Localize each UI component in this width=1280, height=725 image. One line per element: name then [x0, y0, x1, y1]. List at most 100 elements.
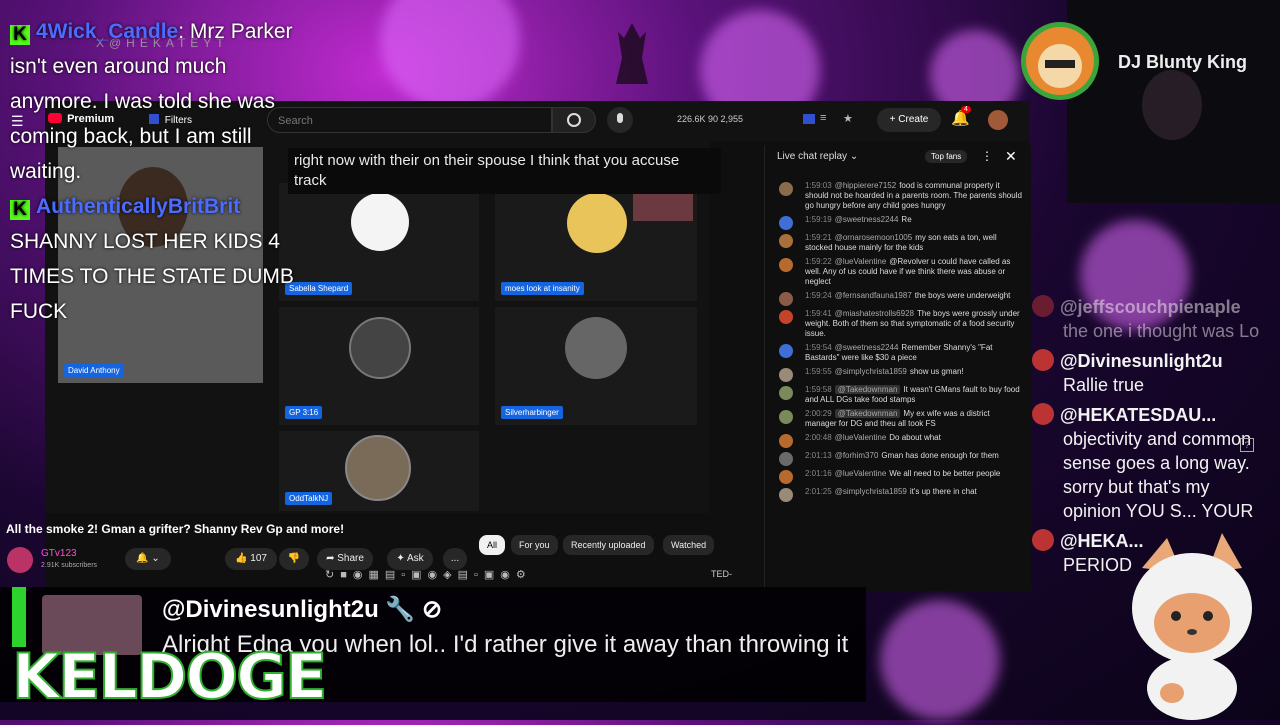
- chat-message[interactable]: 1:59:54 @sweetness2244 Remember Shanny's "…: [765, 341, 1031, 365]
- dj-cam-box: [1067, 0, 1280, 203]
- wrench-icon: 🔧: [385, 596, 416, 623]
- participant-name: OddTalkNJ: [285, 492, 333, 505]
- chat-username[interactable]: @ornarosemoon1005: [835, 233, 913, 242]
- chat-avatar: [1032, 349, 1054, 371]
- toolbar-end-label: TED-: [711, 569, 732, 579]
- voice-search-button[interactable]: [607, 107, 633, 133]
- search-button[interactable]: [552, 107, 596, 133]
- participant-name: Sabella Shepard: [285, 282, 353, 295]
- ask-label: Ask: [406, 553, 424, 564]
- thumbs-up-icon: 👍: [235, 553, 248, 564]
- live-badge-icon: [803, 114, 815, 124]
- chat-text: Do about what: [889, 433, 941, 442]
- kick-chat-message: K AuthenticallyBritBrit SHANNY LOST HER K…: [10, 189, 295, 329]
- chat-message[interactable]: 1:59:21 @ornarosemoon1005 my son eats a to…: [765, 231, 1031, 255]
- top-fans-button[interactable]: Top fans: [925, 150, 968, 163]
- chat-message[interactable]: 2:00:29 @Takedownman My ex wife was a dist…: [765, 407, 1031, 431]
- chat-avatar: [779, 488, 793, 502]
- chat-username[interactable]: @sweetness2244: [835, 343, 899, 352]
- mic-icon: [617, 113, 623, 123]
- dislike-button[interactable]: 👎: [279, 548, 309, 570]
- chat-message[interactable]: 1:59:24 @fernsandfauna1987 the boys were u…: [765, 289, 1031, 307]
- notification-count-badge: 4: [961, 106, 971, 113]
- notification-bell-button[interactable]: 🔔 ⌄: [125, 548, 171, 570]
- kick-chat-overlay: K 4Wick_Candle: Mrz Parker isn't even aro…: [10, 14, 295, 329]
- chat-timestamp: 2:00:29: [805, 409, 832, 418]
- chat-message[interactable]: 2:00:48 @lueValentine Do about what: [765, 431, 1031, 449]
- chip-all[interactable]: All: [479, 535, 506, 555]
- ask-button[interactable]: ✦ Ask: [387, 548, 433, 570]
- blocked-icon: ⊘: [421, 596, 443, 623]
- chat-text: the one i thought was Lo: [1063, 321, 1260, 341]
- chat-avatar: [779, 434, 793, 448]
- chat-username[interactable]: @Takedownman: [834, 385, 901, 394]
- chevron-down-icon: ⌄: [151, 553, 160, 564]
- chat-message-list[interactable]: 1:59:03 @hippierere7152 food is communal p…: [765, 179, 1031, 503]
- channel-name[interactable]: GTv123: [41, 548, 77, 559]
- search-input[interactable]: Search: [267, 107, 552, 133]
- more-actions-button[interactable]: ...: [443, 548, 467, 570]
- chat-username: @jeffscouchpienaple: [1060, 297, 1241, 317]
- chat-avatar: [1032, 529, 1054, 551]
- like-button[interactable]: 👍 107: [225, 548, 277, 570]
- chat-message[interactable]: 1:59:22 @lueValentine @Revolver u could ha…: [765, 255, 1031, 289]
- participant-name: Silverharbinger: [501, 406, 563, 419]
- chat-message[interactable]: 1:59:03 @hippierere7152 food is communal p…: [765, 179, 1031, 213]
- chat-username[interactable]: @Takedownman: [834, 409, 901, 418]
- live-chat-title[interactable]: Live chat replay ⌄: [777, 151, 858, 162]
- kick-logo-icon: K: [10, 200, 30, 220]
- chat-username[interactable]: @lueValentine: [835, 469, 887, 478]
- chat-message[interactable]: 1:59:55 @simplychrista1859 show us gman!: [765, 365, 1031, 383]
- chat-timestamp: 1:59:03: [805, 181, 832, 190]
- account-avatar[interactable]: [988, 110, 1008, 130]
- chat-username[interactable]: @miashatestrolls6928: [835, 309, 914, 318]
- chat-message[interactable]: 1:59:41 @miashatestrolls6928 The boys were…: [765, 307, 1031, 341]
- trophy-icon[interactable]: ★: [843, 112, 853, 125]
- chat-text: it's up there in chat: [909, 487, 977, 496]
- chat-username[interactable]: @simplychrista1859: [835, 367, 907, 376]
- kick-username[interactable]: 4Wick_Candle: [36, 20, 178, 43]
- participant-name: moes look at insanity: [501, 282, 584, 295]
- plus-icon: +: [889, 114, 899, 125]
- chat-username[interactable]: @simplychrista1859: [835, 487, 907, 496]
- chat-message[interactable]: 1:59:19 @sweetness2244 Re: [765, 213, 1031, 231]
- chat-username[interactable]: @lueValentine: [835, 257, 887, 266]
- like-count: 107: [250, 553, 267, 564]
- chat-text: Rallie true: [1063, 375, 1145, 395]
- chip-watched[interactable]: Watched: [663, 535, 715, 555]
- video-caption: right now with their on their spouse I t…: [288, 148, 721, 194]
- chat-message[interactable]: 2:01:13 @forhim370 Gman has done enough fo…: [765, 449, 1031, 467]
- chat-message[interactable]: 2:01:16 @lueValentine We all need to be be…: [765, 467, 1031, 485]
- participant-name: GP 3:16: [285, 406, 323, 419]
- chat-avatar: [779, 216, 793, 230]
- chip-for-you[interactable]: For you: [511, 535, 558, 555]
- chat-username[interactable]: @forhim370: [835, 451, 879, 460]
- chat-username[interactable]: @hippierere7152: [835, 181, 897, 190]
- close-icon[interactable]: ✕: [1005, 148, 1017, 165]
- extension-toolbar[interactable]: ↻■◉▦▤▫▣◉◈▤▫▣◉⚙: [325, 568, 745, 584]
- kick-username[interactable]: AuthenticallyBritBrit: [36, 195, 240, 218]
- chip-recently-uploaded[interactable]: Recently uploaded: [563, 535, 654, 555]
- channel-avatar[interactable]: [7, 547, 33, 573]
- chat-timestamp: 2:01:16: [805, 469, 832, 478]
- chat-avatar: [779, 310, 793, 324]
- share-button[interactable]: ➦ Share: [317, 548, 373, 570]
- more-vert-icon[interactable]: ⋮: [981, 149, 993, 163]
- kick-chat-message: K 4Wick_Candle: Mrz Parker isn't even aro…: [10, 14, 295, 189]
- share-icon: ➦: [326, 553, 335, 564]
- chat-username[interactable]: @fernsandfauna1987: [835, 291, 912, 300]
- chat-username[interactable]: @sweetness2244: [835, 215, 899, 224]
- chat-message[interactable]: 2:01:25 @simplychrista1859 it's up there i…: [765, 485, 1031, 503]
- chat-avatar: [779, 258, 793, 272]
- chat-message[interactable]: 1:59:58 @Takedownman It wasn't GMans fault…: [765, 383, 1031, 407]
- chat-avatar: [1032, 295, 1054, 317]
- participant-avatar: [567, 193, 627, 253]
- chat-username[interactable]: @lueValentine: [835, 433, 887, 442]
- list-icon[interactable]: ≡: [820, 112, 826, 124]
- chat-avatar: [779, 410, 793, 424]
- create-button[interactable]: + Create: [877, 108, 941, 132]
- notifications-button[interactable]: 🔔 4: [951, 106, 971, 131]
- chat-timestamp: 1:59:22: [805, 257, 832, 266]
- chevron-down-icon: ⌄: [849, 151, 859, 162]
- participant-tile: Silverharbinger: [495, 307, 697, 425]
